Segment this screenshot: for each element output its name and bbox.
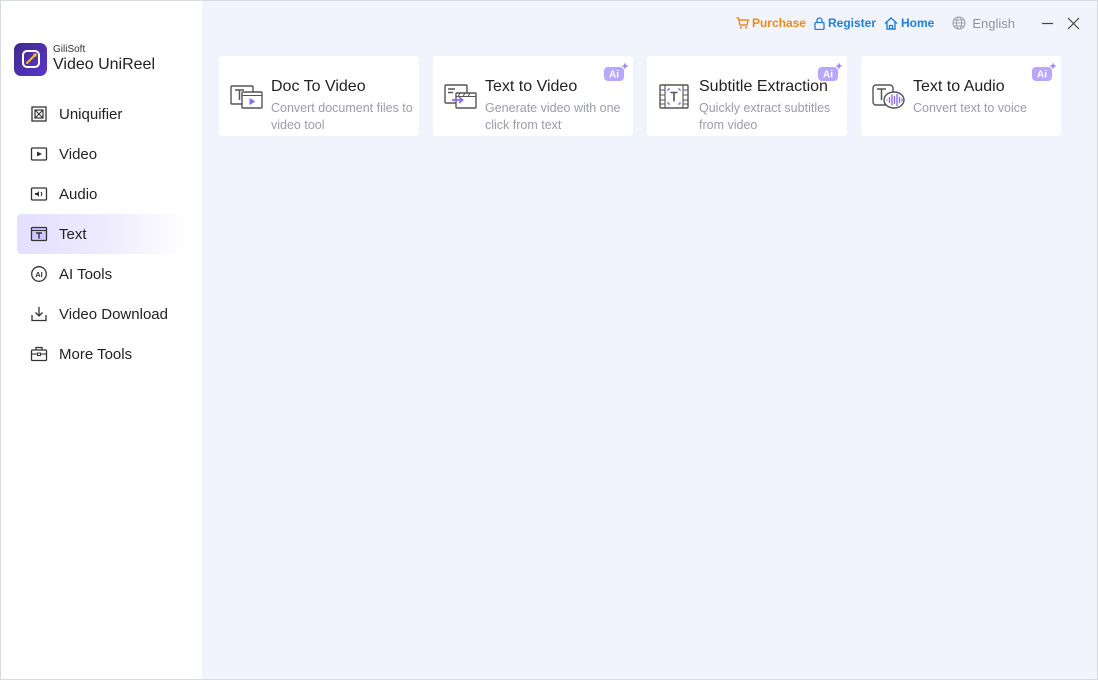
sidebar-item-label: Video Download [59, 305, 168, 323]
ai-badge-label: Ai [609, 70, 619, 81]
sidebar-item-label: Video [59, 145, 98, 163]
card-description: Convert text to voice [913, 101, 1027, 115]
minimize-icon [1041, 22, 1053, 24]
card-description: Generate video with one click from text [485, 101, 621, 132]
close-icon [1067, 17, 1079, 29]
sidebar-item-more-tools[interactable]: More Tools [17, 334, 187, 374]
ai-badge-icon: Ai [604, 62, 629, 81]
card-text-to-video[interactable]: Ai Text to Video Generate video with one… [433, 56, 633, 136]
sidebar-item-label: AI Tools [59, 265, 113, 283]
app-logo-icon [14, 42, 47, 76]
close-button[interactable] [1065, 15, 1081, 31]
uniquifier-icon [29, 105, 48, 124]
home-label: Home [901, 16, 935, 30]
tool-cards: Doc To Video Convert document files to v… [219, 56, 1075, 136]
sidebar: GiliSoft Video UniReel Uniquifier Video [1, 1, 202, 679]
text-to-audio-icon [872, 84, 905, 109]
brand: GiliSoft Video UniReel [14, 42, 155, 76]
register-label: Register [827, 16, 877, 30]
brand-company: GiliSoft [53, 44, 86, 55]
card-title: Subtitle Extraction [699, 78, 828, 95]
home-icon [884, 16, 898, 30]
language-label: English [972, 15, 1015, 31]
sidebar-item-video-download[interactable]: Video Download [17, 294, 187, 334]
register-link[interactable]: Register [814, 16, 876, 30]
purchase-label: Purchase [751, 16, 806, 30]
purchase-link[interactable]: Purchase [736, 16, 806, 30]
text-to-video-icon [444, 84, 477, 109]
doc-to-video-icon [230, 85, 263, 109]
toolbox-icon [29, 345, 48, 364]
card-subtitle-extraction[interactable]: Ai Subtitle Extraction Quickly extract s… [647, 56, 847, 136]
text-icon [29, 225, 48, 244]
card-text-to-audio[interactable]: Ai Text to Audio Convert text to voice [861, 56, 1061, 136]
svg-text:AI: AI [35, 270, 43, 279]
sidebar-item-audio[interactable]: Audio [17, 174, 187, 214]
ai-badge-label: Ai [1037, 70, 1047, 81]
video-icon [29, 145, 48, 164]
sidebar-item-video[interactable]: Video [17, 134, 187, 174]
card-doc-to-video[interactable]: Doc To Video Convert document files to v… [219, 56, 419, 136]
sidebar-item-label: Audio [59, 185, 98, 203]
app-window: GiliSoft Video UniReel Uniquifier Video [0, 0, 1098, 680]
home-link[interactable]: Home [884, 16, 934, 30]
lock-icon [814, 16, 825, 30]
card-title: Doc To Video [271, 78, 366, 95]
download-icon [29, 305, 48, 324]
sidebar-item-label: More Tools [59, 345, 133, 363]
sidebar-item-uniquifier[interactable]: Uniquifier [17, 94, 187, 134]
ai-badge-icon: Ai [1032, 62, 1057, 81]
minimize-button[interactable] [1039, 15, 1055, 31]
cart-icon [736, 17, 749, 29]
sidebar-item-text[interactable]: Text [17, 214, 187, 254]
subtitle-extraction-icon [659, 84, 689, 109]
sidebar-item-ai-tools[interactable]: AI AI Tools [17, 254, 187, 294]
globe-icon [952, 16, 966, 30]
brand-product: Video UniReel [53, 56, 155, 73]
card-description: Quickly extract subtitles from video [699, 101, 831, 132]
sidebar-item-label: Text [59, 225, 87, 243]
card-description: Convert document files to video tool [271, 101, 413, 132]
language-selector[interactable]: English [952, 16, 1015, 31]
topbar: Purchase Register Home English [736, 13, 1081, 33]
sidebar-nav: Uniquifier Video Audio Text AI AI Tools … [17, 94, 187, 374]
card-title: Text to Audio [913, 78, 1005, 95]
card-title: Text to Video [485, 78, 578, 95]
ai-icon: AI [29, 265, 48, 284]
sidebar-item-label: Uniquifier [59, 105, 123, 123]
audio-icon [29, 185, 48, 204]
